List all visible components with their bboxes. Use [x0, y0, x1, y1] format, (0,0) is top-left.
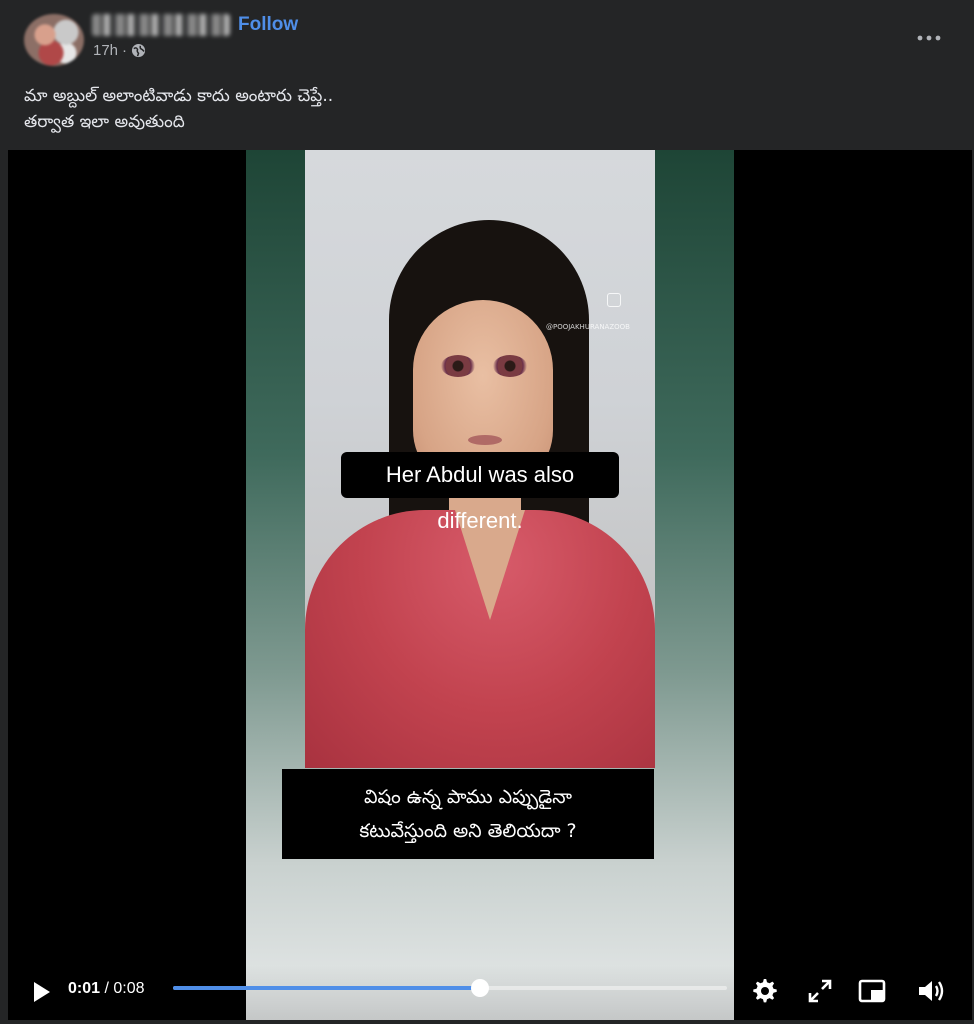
post-meta: 17h ·: [93, 42, 146, 59]
left-eye: [441, 355, 475, 377]
post-header: Follow 17h ·: [0, 0, 974, 72]
more-options-icon[interactable]: [913, 22, 945, 54]
duration: 0:08: [113, 980, 145, 997]
follow-button[interactable]: Follow: [238, 14, 298, 36]
globe-icon[interactable]: [131, 43, 146, 58]
video-controls: 0:01 / 0:08: [8, 965, 972, 1020]
fullscreen-icon[interactable]: [804, 975, 836, 1007]
author-name-blurred[interactable]: [92, 14, 230, 36]
progress-fill: [173, 986, 481, 990]
subtitle-english: Her Abdul was also different.: [341, 452, 619, 533]
post-card: Follow 17h · మా అబ్దుల్ అలాంటివాడు కాదు …: [0, 0, 974, 1024]
time-separator: /: [100, 980, 114, 997]
picture-in-picture-icon[interactable]: [856, 975, 888, 1007]
post-time[interactable]: 17h: [93, 42, 118, 59]
right-eye: [493, 355, 527, 377]
progress-scrubber[interactable]: [471, 979, 490, 997]
video-player[interactable]: @POOJAKHURANAZOOB Her Abdul was also dif…: [8, 150, 972, 1020]
video-watermark: @POOJAKHURANAZOOB: [546, 323, 630, 331]
volume-icon[interactable]: [915, 975, 947, 1007]
progress-bar[interactable]: [173, 979, 727, 997]
mouth-shape: [468, 435, 502, 445]
post-caption: మా అబ్దుల్ అలాంటివాడు కాదు అంటారు చెప్తే…: [24, 86, 334, 132]
subtitle-telugu: విషం ఉన్న పాము ఎప్పుడైనా కటువేస్తుంది అన…: [282, 769, 654, 859]
avatar[interactable]: [24, 14, 84, 66]
settings-icon[interactable]: [749, 975, 781, 1007]
time-display: 0:01 / 0:08: [68, 980, 145, 998]
current-time: 0:01: [68, 980, 101, 997]
play-icon[interactable]: [28, 979, 54, 1005]
instagram-icon: [607, 293, 621, 307]
meta-separator: ·: [122, 42, 128, 59]
